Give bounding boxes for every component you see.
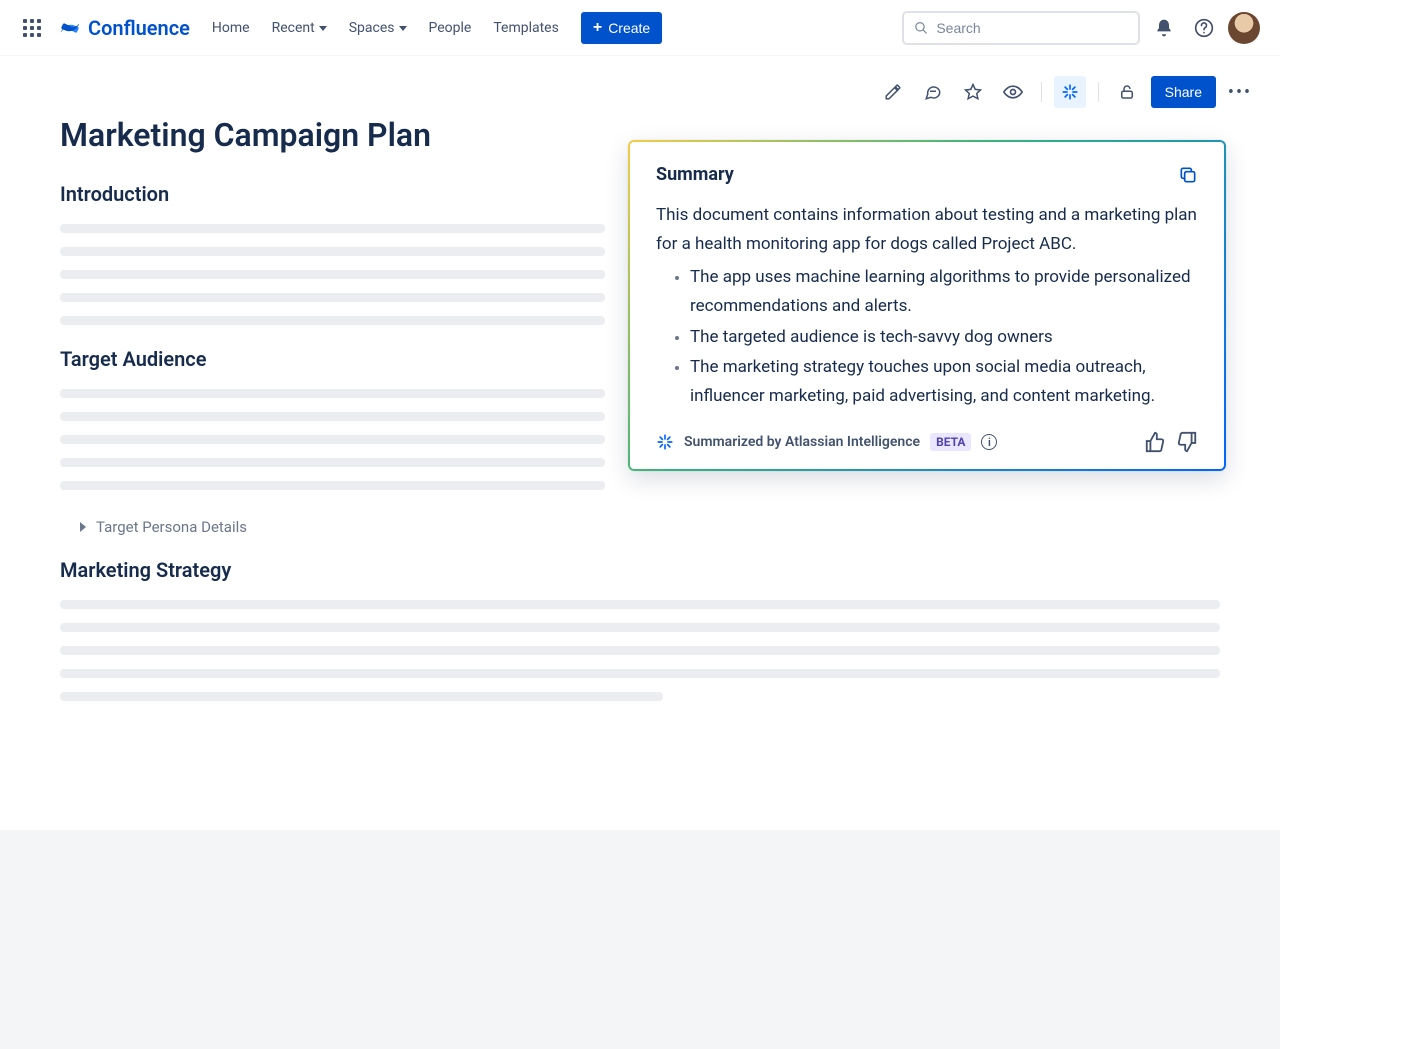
create-button[interactable]: + Create bbox=[581, 12, 662, 44]
nav-links: Home Recent Spaces People Templates bbox=[212, 20, 559, 36]
nav-spaces[interactable]: Spaces bbox=[349, 20, 407, 36]
page-actions: Share ••• bbox=[0, 56, 1280, 108]
summary-body: This document contains information about… bbox=[656, 201, 1198, 411]
plus-icon: + bbox=[593, 20, 602, 36]
confluence-icon bbox=[58, 16, 82, 40]
ai-icon bbox=[656, 433, 674, 451]
nav-people[interactable]: People bbox=[429, 20, 472, 36]
summary-attribution: Summarized by Atlassian Intelligence BET… bbox=[656, 433, 997, 451]
nav-recent[interactable]: Recent bbox=[272, 20, 327, 36]
copy-icon[interactable] bbox=[1178, 165, 1198, 185]
nav-home[interactable]: Home bbox=[212, 20, 250, 36]
expand-target-persona[interactable]: Target Persona Details bbox=[80, 518, 1220, 536]
star-icon[interactable] bbox=[957, 76, 989, 108]
separator bbox=[1041, 82, 1042, 102]
summary-bullet: The app uses machine learning algorithms… bbox=[690, 263, 1198, 321]
brand-logo[interactable]: Confluence bbox=[58, 16, 190, 40]
summary-panel: Summary This document contains informati… bbox=[628, 140, 1226, 471]
summary-bullets: The app uses machine learning algorithms… bbox=[656, 263, 1198, 411]
restrictions-icon[interactable] bbox=[1111, 76, 1143, 108]
more-actions-icon[interactable]: ••• bbox=[1224, 76, 1256, 108]
separator bbox=[1098, 82, 1099, 102]
nav-templates[interactable]: Templates bbox=[493, 20, 559, 36]
search-icon bbox=[914, 20, 928, 36]
thumbs-down-icon[interactable] bbox=[1176, 431, 1198, 453]
summary-bullet: The marketing strategy touches upon soci… bbox=[690, 353, 1198, 411]
edit-icon[interactable] bbox=[877, 76, 909, 108]
watch-icon[interactable] bbox=[997, 76, 1029, 108]
comment-icon[interactable] bbox=[917, 76, 949, 108]
placeholder-block bbox=[60, 600, 1220, 701]
help-icon[interactable] bbox=[1188, 12, 1220, 44]
chevron-right-icon bbox=[80, 522, 86, 532]
ai-summarize-icon[interactable] bbox=[1054, 76, 1086, 108]
thumbs-up-icon[interactable] bbox=[1144, 431, 1166, 453]
brand-name: Confluence bbox=[88, 16, 190, 40]
share-button[interactable]: Share bbox=[1151, 76, 1216, 108]
summary-title: Summary bbox=[656, 164, 734, 185]
summary-bullet: The targeted audience is tech-savvy dog … bbox=[690, 323, 1198, 352]
chevron-down-icon bbox=[399, 26, 407, 31]
search-input[interactable] bbox=[902, 11, 1140, 45]
beta-badge: BETA bbox=[930, 433, 971, 451]
chevron-down-icon bbox=[319, 26, 327, 31]
app-switcher-icon[interactable] bbox=[20, 16, 44, 40]
avatar[interactable] bbox=[1228, 12, 1260, 44]
info-icon[interactable]: i bbox=[981, 434, 997, 450]
heading-strategy: Marketing Strategy bbox=[60, 558, 1220, 582]
top-nav: Confluence Home Recent Spaces People Tem… bbox=[0, 0, 1280, 56]
notifications-icon[interactable] bbox=[1148, 12, 1180, 44]
summary-intro: This document contains information about… bbox=[656, 201, 1198, 259]
